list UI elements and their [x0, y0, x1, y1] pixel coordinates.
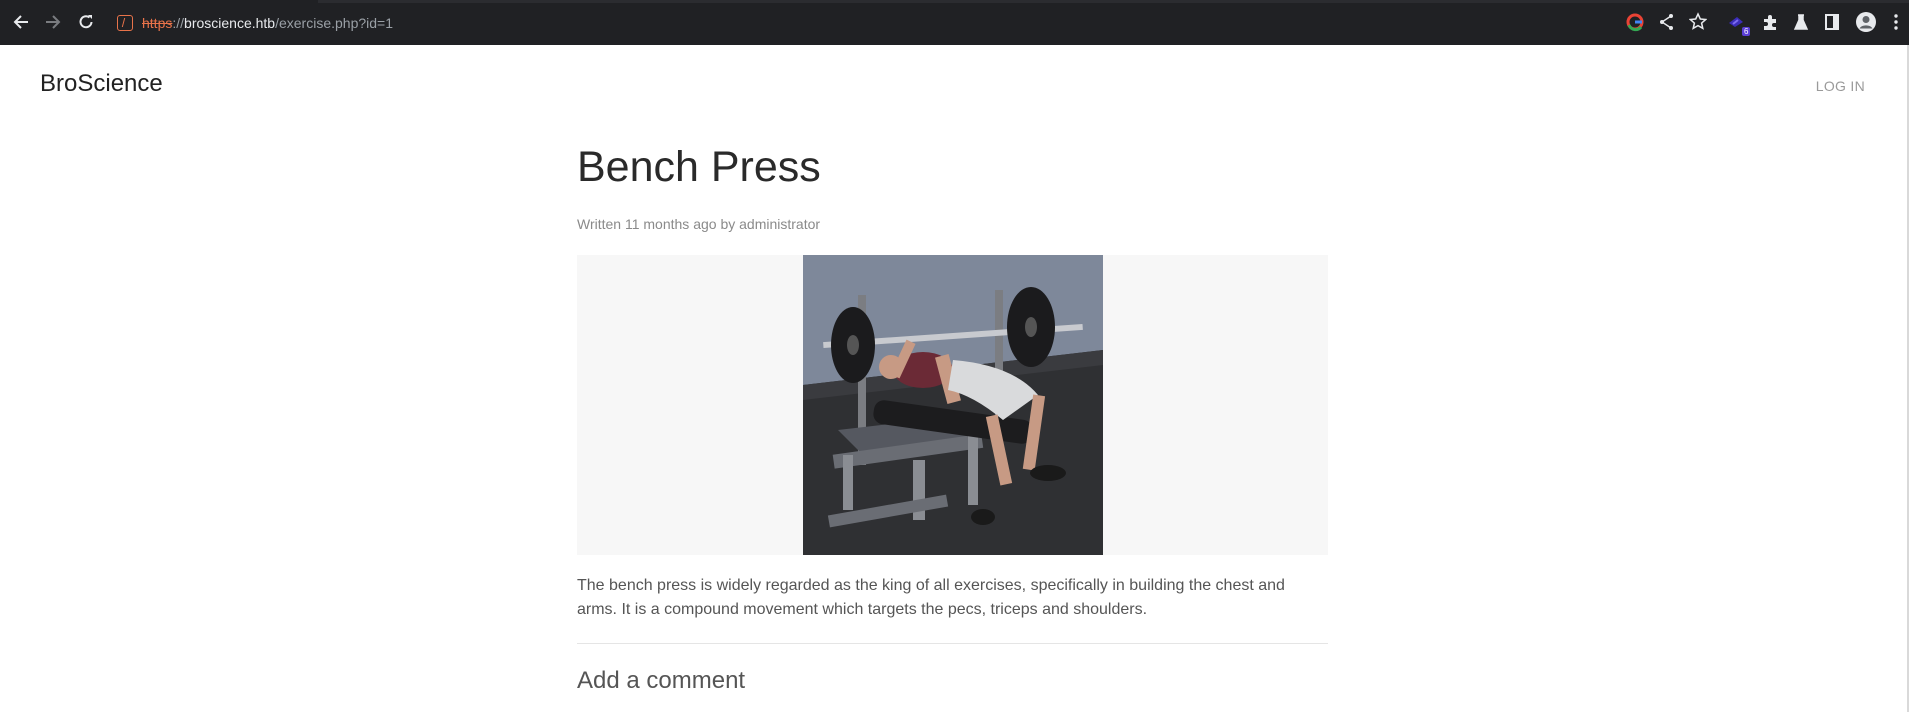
profile-icon[interactable]: [1855, 11, 1877, 33]
side-panel-icon[interactable]: [1823, 11, 1841, 33]
url-scheme: https: [142, 15, 173, 31]
extension-badge: 6: [1742, 27, 1751, 36]
url-host: broscience.htb: [184, 15, 276, 31]
tab-strip: [0, 0, 1909, 3]
article-body: The bench press is widely regarded as th…: [577, 577, 1285, 618]
back-icon[interactable]: [10, 11, 32, 33]
add-comment-heading: Add a comment: [577, 667, 746, 694]
url-separator: ://: [172, 15, 185, 31]
article-meta: Written 11 months ago by administrator: [577, 216, 821, 232]
web-page: BroScience LOG IN Bench Press Written 11…: [0, 45, 1909, 712]
browser-toolbar: https://broscience.htb/exercise.php?id=1…: [0, 0, 1909, 45]
active-tab-indicator: [0, 0, 318, 3]
login-link[interactable]: LOG IN: [1816, 78, 1865, 94]
url-path: /exercise.php?id=1: [275, 15, 394, 31]
section-divider: [577, 643, 1328, 644]
puzzle-icon[interactable]: [1761, 11, 1779, 33]
forward-icon[interactable]: [42, 11, 64, 33]
reload-icon[interactable]: [75, 11, 97, 33]
bench-press-photo: [803, 255, 1103, 555]
google-icon[interactable]: [1626, 11, 1644, 33]
article-title: Bench Press: [577, 143, 821, 191]
menu-icon[interactable]: [1893, 11, 1899, 33]
star-icon[interactable]: [1688, 11, 1708, 33]
article-image-frame: [577, 255, 1328, 555]
labs-icon[interactable]: [1792, 11, 1810, 33]
share-icon[interactable]: [1658, 11, 1676, 33]
site-brand-link[interactable]: BroScience: [40, 70, 163, 98]
site-warning-icon[interactable]: [117, 15, 133, 31]
address-bar[interactable]: https://broscience.htb/exercise.php?id=1: [110, 8, 1615, 38]
